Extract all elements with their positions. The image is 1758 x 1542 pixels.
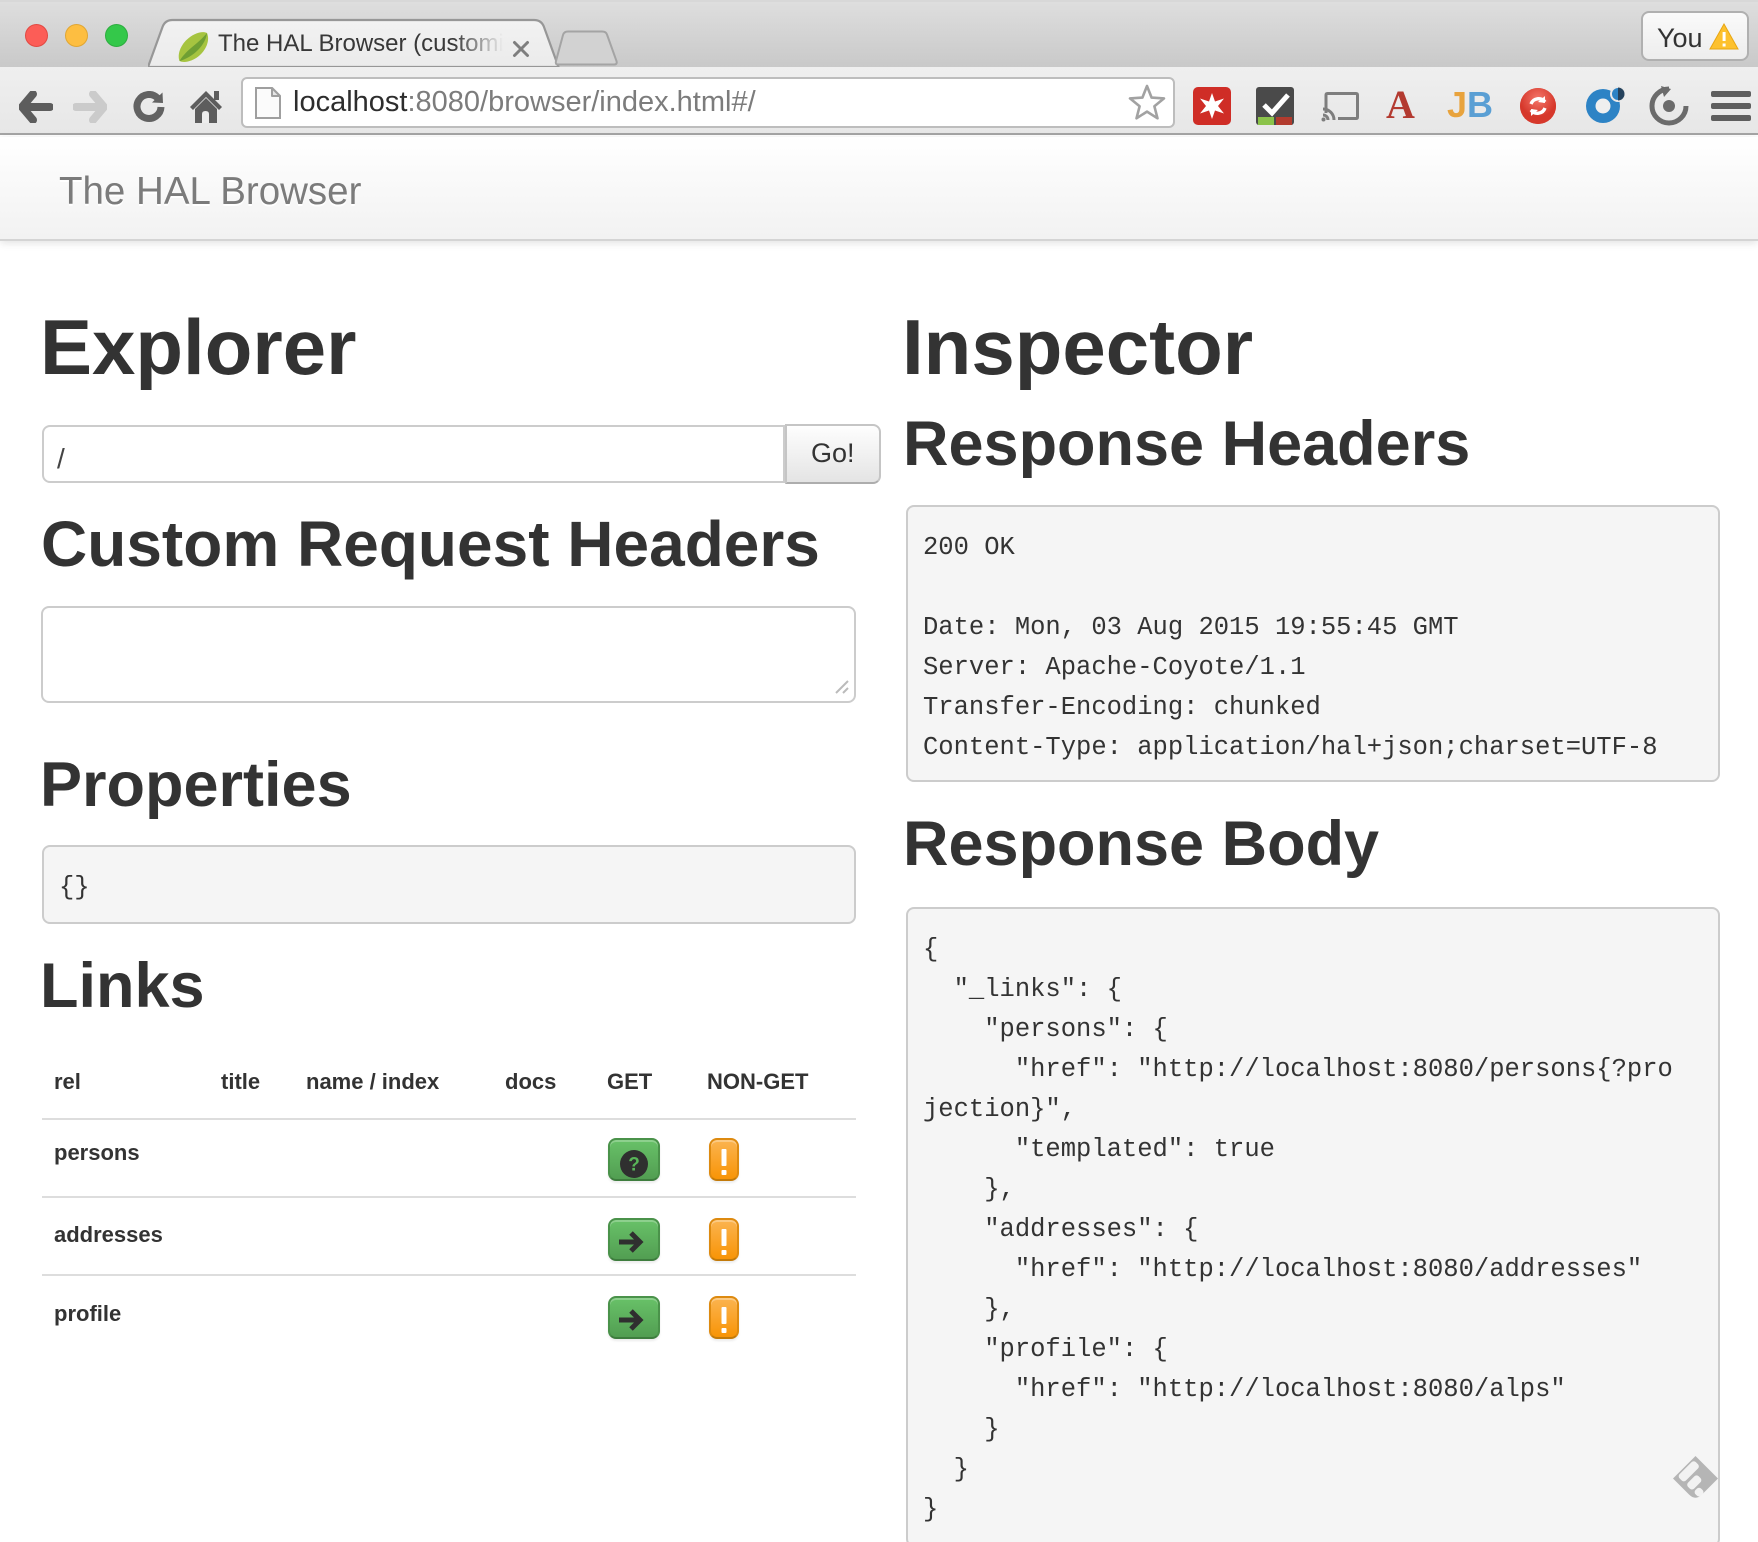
svg-text:?: ? (628, 1155, 640, 1176)
